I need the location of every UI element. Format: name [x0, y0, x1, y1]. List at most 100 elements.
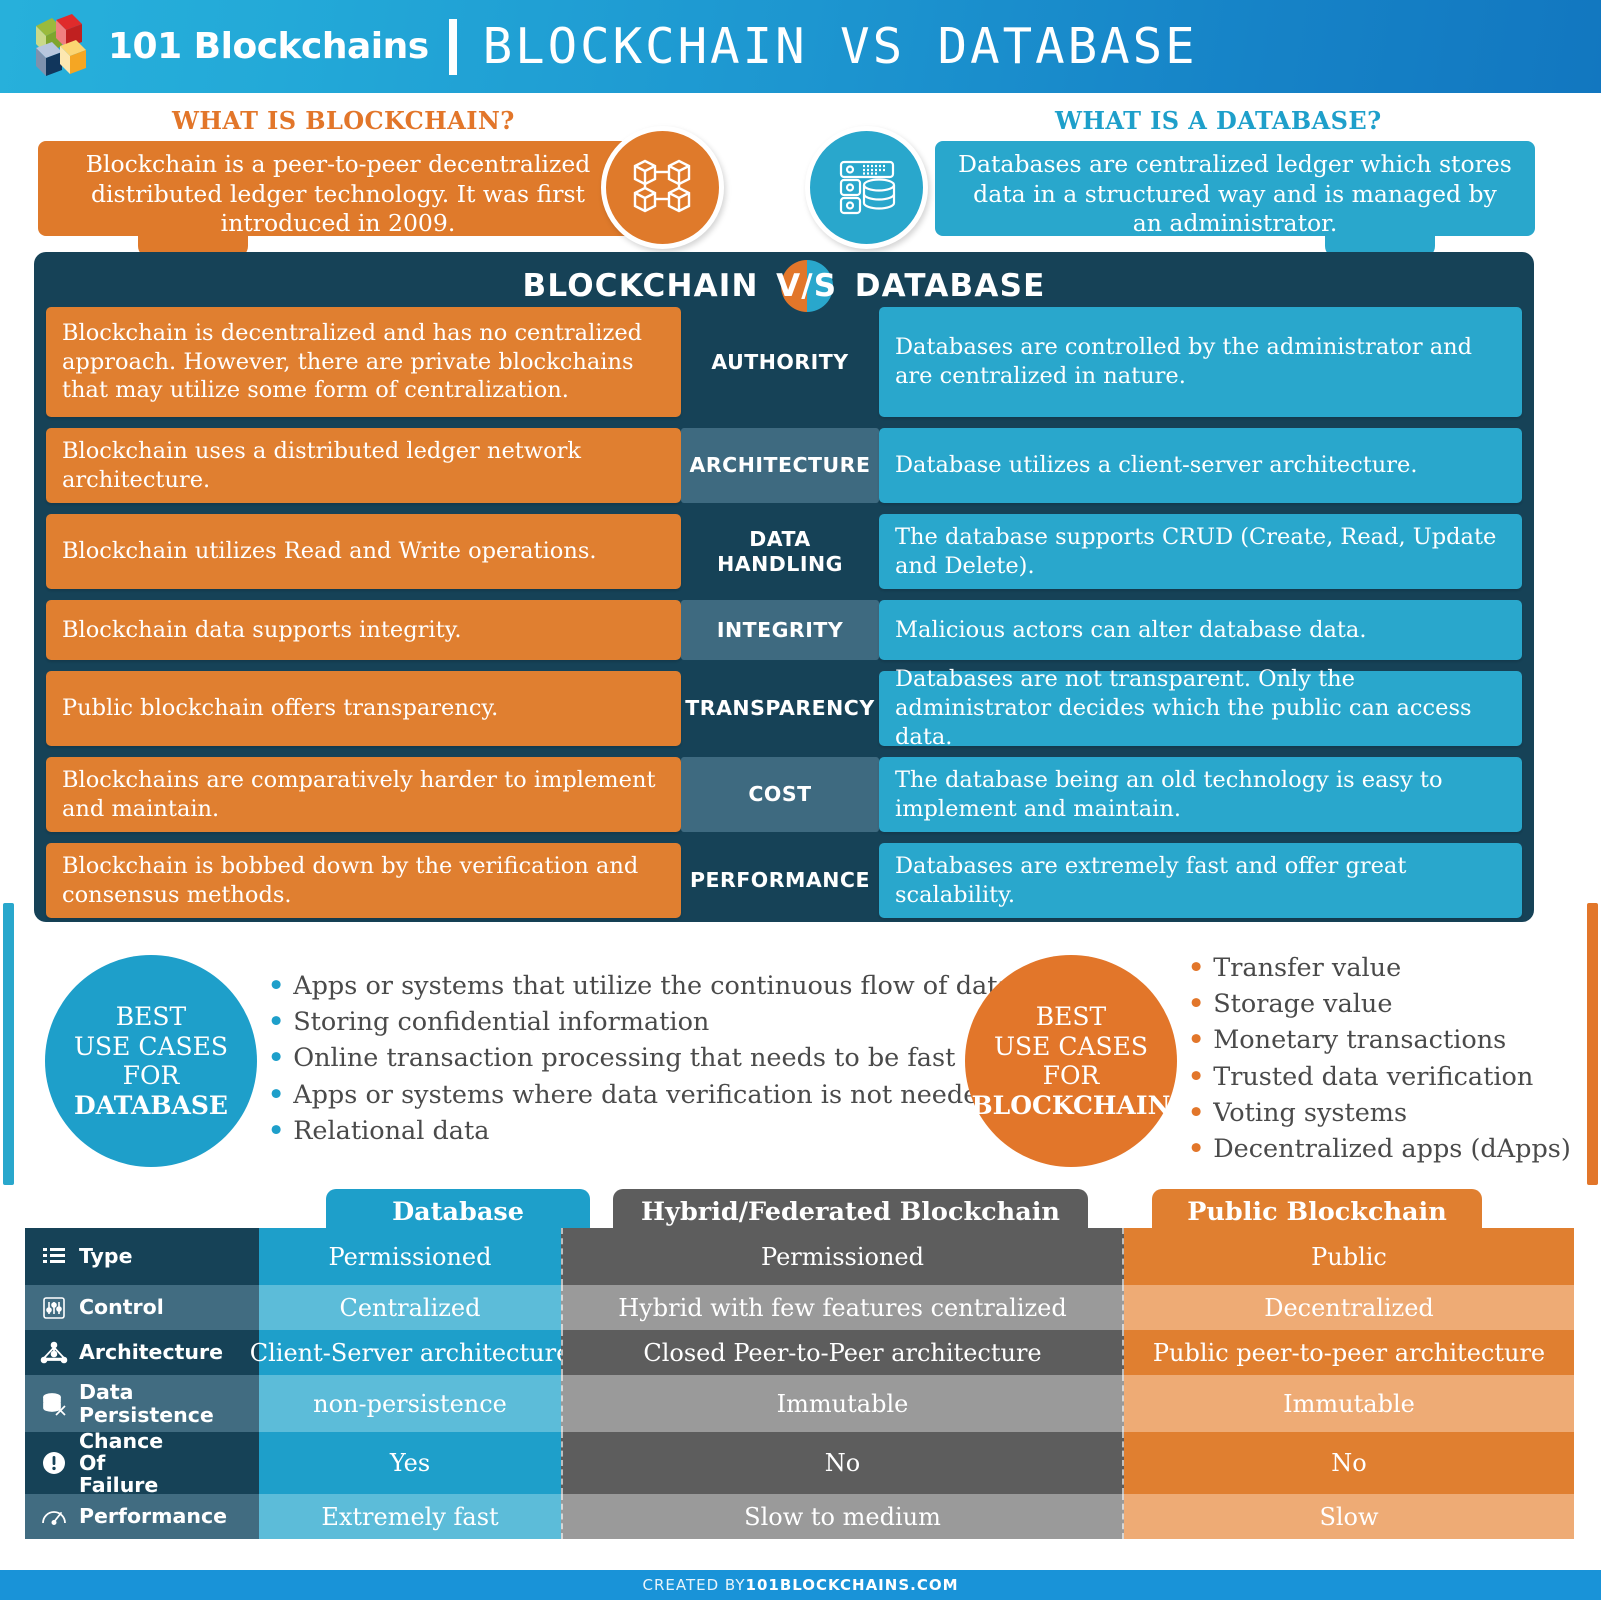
- matrix-row-label-text: Data Persistence: [79, 1380, 214, 1427]
- matrix-row: Type Permissioned Permissioned Public: [25, 1228, 1576, 1285]
- comparison-database-cell: Malicious actors can alter database data…: [879, 600, 1522, 660]
- uc-db-line2: USE CASES: [73, 1031, 229, 1061]
- uc-db-line4: DATABASE: [74, 1090, 228, 1120]
- use-case-item: Apps or systems where data verification …: [268, 1077, 1013, 1113]
- comparison-database-cell: Databases are controlled by the administ…: [879, 307, 1522, 417]
- matrix-cell: Centralized: [259, 1285, 561, 1330]
- database-stack-icon: [39, 1389, 69, 1419]
- matrix-row: Performance Extremely fast Slow to medium S…: [25, 1494, 1576, 1539]
- comparison-database-cell: Databases are extremely fast and offer g…: [879, 843, 1522, 918]
- comparison-database-cell: The database supports CRUD (Create, Read…: [879, 514, 1522, 589]
- matrix-cell: non-persistence: [259, 1375, 561, 1432]
- footer-credit: CREATED BY 101BLOCKCHAINS.COM: [0, 1570, 1601, 1600]
- what-is-database-label: WHAT IS A DATABASE?: [1055, 106, 1382, 135]
- use-case-item: Monetary transactions: [1188, 1022, 1571, 1058]
- matrix-cell: Client-Server architecture: [250, 1330, 570, 1375]
- comparison-attribute-label: AUTHORITY: [711, 349, 849, 374]
- matrix-cell: Immutable: [561, 1375, 1124, 1432]
- types-matrix: Database Hybrid/Federated Blockchain Pub…: [25, 1189, 1576, 1571]
- uc-bc-line1: BEST: [1035, 1002, 1107, 1031]
- comparison-row: Blockchain uses a distributed ledger net…: [46, 428, 1522, 503]
- use-case-item: Storing confidential information: [268, 1004, 1013, 1040]
- matrix-row: Architecture Client-Server architecture Cl…: [25, 1330, 1576, 1375]
- matrix-row-label-text: Architecture: [79, 1340, 224, 1365]
- matrix-row-label-text: Control: [79, 1295, 164, 1320]
- uc-bc-line4: BLOCKCHAIN: [971, 1090, 1171, 1120]
- right-accent-bar: [1587, 903, 1598, 1185]
- comparison-database-cell: Databases are not transparent. Only the …: [879, 666, 1522, 750]
- matrix-cell: Public: [1124, 1228, 1574, 1285]
- use-case-item: Voting systems: [1188, 1095, 1571, 1131]
- uc-bc-line3: FOR: [1042, 1061, 1100, 1090]
- network-icon: [39, 1338, 69, 1368]
- best-use-cases-blockchain-list: Transfer valueStorage valueMonetary tran…: [1188, 950, 1571, 1167]
- matrix-cell: Decentralized: [1124, 1285, 1574, 1330]
- comparison-blockchain-cell: Blockchain utilizes Read and Write opera…: [46, 514, 681, 589]
- matrix-cell: Immutable: [1124, 1375, 1574, 1432]
- matrix-body: Type Permissioned Permissioned Public Contro…: [25, 1228, 1576, 1539]
- matrix-cell: Yes: [259, 1432, 561, 1494]
- matrix-row-label: Performance: [25, 1494, 259, 1539]
- matrix-row-label: Chance Of Failure: [25, 1428, 259, 1498]
- speedometer-icon: [39, 1502, 69, 1532]
- matrix-row-label-text: Chance Of Failure: [79, 1428, 164, 1498]
- page-header: 101 Blockchains BLOCKCHAIN VS DATABASE: [0, 0, 1601, 93]
- page-title: BLOCKCHAIN VS DATABASE: [482, 18, 1198, 75]
- heading-blockchain: BLOCKCHAIN: [522, 268, 759, 304]
- matrix-row: Chance Of Failure Yes No No: [25, 1428, 1576, 1498]
- comparison-panel: BLOCKCHAIN V/S DATABASE Blockchain is de…: [34, 252, 1534, 922]
- brand-name: 101 Blockchains: [108, 26, 429, 67]
- matrix-cell: Hybrid with few features centralized: [561, 1285, 1124, 1330]
- comparison-row: Blockchain data supports integrity. INTEG…: [46, 600, 1522, 660]
- vs-badge: V/S: [776, 260, 836, 312]
- matrix-cell: No: [1124, 1432, 1574, 1494]
- database-definition-card: Databases are centralized ledger which s…: [935, 141, 1535, 258]
- matrix-cell: Closed Peer-to-Peer architecture: [561, 1330, 1124, 1375]
- blockchain-definition-card: Blockchain is a peer-to-peer decentraliz…: [38, 141, 638, 258]
- use-case-item: Trusted data verification: [1188, 1059, 1571, 1095]
- comparison-row: Blockchain utilizes Read and Write opera…: [46, 514, 1522, 589]
- comparison-attribute-label: INTEGRITY: [681, 600, 879, 660]
- footer-site: 101BLOCKCHAINS.COM: [745, 1576, 959, 1594]
- comparison-row: Public blockchain offers transparency. TR…: [46, 666, 1522, 750]
- best-use-cases-database-badge: BEST USE CASES FOR DATABASE: [45, 955, 257, 1167]
- blockchain-blocks-icon: [601, 126, 724, 249]
- matrix-row-label-text: Type: [79, 1244, 133, 1269]
- heading-database: DATABASE: [854, 268, 1046, 304]
- comparison-blockchain-cell: Public blockchain offers transparency.: [46, 671, 681, 746]
- list-icon: [39, 1242, 69, 1272]
- matrix-row-label-text: Performance: [79, 1504, 227, 1529]
- what-is-blockchain-label: WHAT IS BLOCKCHAIN?: [172, 106, 515, 135]
- matrix-cell: Slow: [1124, 1494, 1574, 1539]
- use-case-item: Transfer value: [1188, 950, 1571, 986]
- comparison-row: Blockchain is decentralized and has no c…: [46, 307, 1522, 417]
- matrix-cell: Extremely fast: [259, 1494, 561, 1539]
- footer-prefix: CREATED BY: [642, 1576, 746, 1594]
- matrix-cell: No: [561, 1432, 1124, 1494]
- comparison-attribute-label: DATA HANDLING: [717, 526, 843, 576]
- matrix-row: Data Persistence non-persistence Immutable I…: [25, 1375, 1576, 1432]
- uc-db-line3: FOR: [122, 1061, 180, 1090]
- best-use-cases-blockchain-badge: BEST USE CASES FOR BLOCKCHAIN: [965, 955, 1177, 1167]
- 101blockchains-logo-icon: [22, 12, 98, 82]
- comparison-row: Blockchain is bobbed down by the verific…: [46, 843, 1522, 918]
- comparison-attribute-label: PERFORMANCE: [689, 868, 870, 893]
- comparison-attribute-label: TRANSPARENCY: [685, 696, 875, 721]
- comparison-blockchain-cell: Blockchain uses a distributed ledger net…: [46, 428, 681, 503]
- comparison-blockchain-cell: Blockchain is bobbed down by the verific…: [46, 843, 681, 918]
- header-divider: [448, 18, 457, 75]
- database-server-icon: [805, 126, 928, 249]
- uc-db-line1: BEST: [115, 1002, 187, 1031]
- comparison-blockchain-cell: Blockchain is decentralized and has no c…: [46, 307, 681, 417]
- matrix-row-label: Type: [25, 1228, 259, 1285]
- left-accent-bar: [3, 903, 14, 1185]
- comparison-attribute-label: COST: [681, 757, 879, 832]
- sliders-icon: [39, 1293, 69, 1323]
- comparison-row: Blockchains are comparatively harder to …: [46, 757, 1522, 832]
- use-case-item: Relational data: [268, 1113, 1013, 1149]
- matrix-cell: Permissioned: [259, 1228, 561, 1285]
- matrix-row: Control Centralized Hybrid with few featur…: [25, 1285, 1576, 1330]
- comparison-blockchain-cell: Blockchain data supports integrity.: [46, 600, 681, 660]
- matrix-cell: Permissioned: [561, 1228, 1124, 1285]
- uc-bc-line2: USE CASES: [993, 1031, 1149, 1061]
